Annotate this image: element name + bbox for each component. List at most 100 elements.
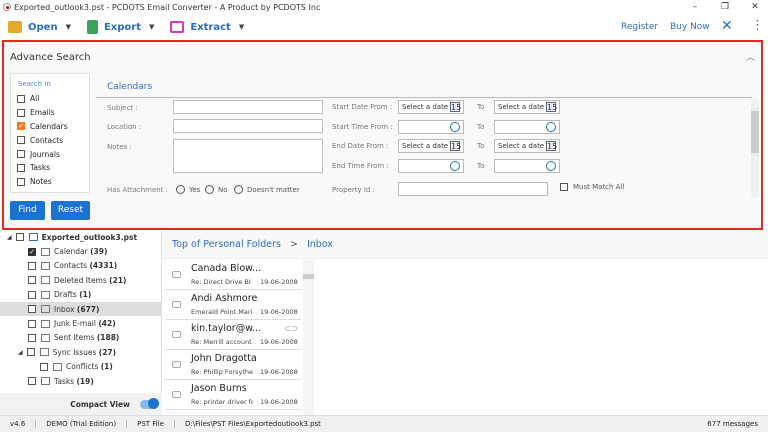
tree-item-conflicts[interactable]: Conflicts (1) (0, 360, 161, 374)
compact-view-toggle[interactable] (140, 398, 159, 409)
message-item[interactable]: kin.taylor@w... ⊂⊃ Re: Merrill account 19-0… (165, 320, 302, 350)
attachment-yes-radio[interactable]: Yes (176, 185, 200, 194)
breadcrumb-root[interactable]: Top of Personal Folders (172, 239, 281, 250)
clock-icon[interactable] (450, 121, 460, 132)
calendar-icon[interactable]: 15 (546, 141, 557, 151)
calendar-icon[interactable]: 15 (450, 141, 461, 151)
clock-icon[interactable] (546, 160, 556, 171)
message-item[interactable]: Andi Ashmore Emerald Point Marir 19-06-200… (165, 290, 302, 320)
folder-label: Inbox (54, 304, 75, 314)
checkbox-icon[interactable] (15, 233, 24, 242)
end-time-from-from-time-picker[interactable] (398, 158, 464, 173)
search-in-journals-checkbox[interactable]: Journals (11, 147, 89, 161)
breadcrumb-separator: > (289, 239, 298, 250)
checkbox-icon[interactable] (28, 261, 36, 270)
envelope-icon (172, 391, 181, 398)
location-input[interactable] (173, 119, 323, 133)
to-label: To (477, 161, 485, 170)
checkbox-icon[interactable] (28, 290, 36, 299)
checkbox-icon[interactable] (26, 348, 35, 357)
tree-item-junk-e-mail[interactable]: Junk E-mail (42) (0, 316, 161, 330)
calendar-icon[interactable]: 15 (450, 102, 461, 112)
find-button[interactable]: Find (10, 201, 45, 220)
tree-item-calendar[interactable]: ✓ Calendar (39) (0, 244, 161, 258)
buy-now-link[interactable]: Buy Now (670, 22, 710, 32)
checkbox-icon (17, 94, 25, 103)
export-button[interactable]: Export ▼ (86, 20, 155, 34)
clock-icon[interactable] (546, 121, 556, 132)
tree-item-inbox[interactable]: Inbox (677) (0, 301, 161, 317)
start-time-from-to-time-picker[interactable] (494, 119, 560, 134)
status-bar: v4.6 DEMO (Trial Edition) PST File D:\Fi… (0, 415, 768, 432)
folder-icon (39, 348, 49, 357)
folder-count: (39) (90, 247, 108, 257)
end-date-from-from-date-picker[interactable]: Select a date 15 (398, 139, 464, 153)
search-in-emails-checkbox[interactable]: Emails (11, 106, 89, 120)
folder-count: (19) (76, 376, 94, 386)
end-time-from-to-time-picker[interactable] (494, 158, 560, 173)
tree-item-sent-items[interactable]: Sent Items (188) (0, 331, 161, 345)
clock-icon[interactable] (450, 160, 460, 171)
notes-textarea[interactable] (173, 139, 323, 173)
message-list-scrollbar[interactable] (303, 260, 314, 415)
checkbox-icon[interactable] (28, 305, 36, 314)
tree-item-drafts[interactable]: Drafts (1) (0, 288, 161, 302)
search-in-notes-checkbox[interactable]: Notes (11, 175, 89, 189)
subject-label: Subject : (107, 104, 138, 112)
checkbox-icon[interactable] (28, 319, 36, 328)
tree-item-sync-issues[interactable]: ◢ Sync Issues (27) (0, 345, 161, 359)
must-match-all-checkbox[interactable]: Must Match All (560, 183, 624, 191)
start-time-from-from-time-picker[interactable] (398, 119, 464, 134)
restore-button[interactable]: ❐ (714, 0, 736, 14)
end-date-from-label: End Date From : (332, 142, 389, 150)
more-options-icon[interactable]: ⋮ (751, 18, 764, 33)
expand-icon[interactable]: ◢ (18, 349, 23, 356)
search-in-tasks-checkbox[interactable]: Tasks (11, 161, 89, 175)
minimize-button[interactable]: – (684, 0, 706, 14)
folder-label: Contacts (54, 261, 88, 271)
checkbox-icon[interactable] (28, 333, 36, 342)
search-in-contacts-checkbox[interactable]: Contacts (11, 133, 89, 147)
expand-icon[interactable]: ◢ (7, 234, 12, 241)
form-scrollbar[interactable] (751, 99, 759, 197)
checkbox-icon: ✓ (17, 122, 25, 131)
message-item[interactable]: John Dragotta Re: Phillip Forsythe 19-06-2… (165, 350, 302, 380)
extract-button[interactable]: Extract ▼ (170, 21, 244, 33)
calendar-icon[interactable]: 15 (546, 102, 557, 112)
checkbox-icon[interactable] (28, 377, 36, 386)
search-in-calendars-checkbox[interactable]: ✓ Calendars (11, 120, 89, 134)
subject-input[interactable] (173, 100, 323, 114)
end-date-from-to-date-picker[interactable]: Select a date 15 (494, 139, 560, 153)
window-close-button[interactable]: ✕ (744, 0, 766, 14)
checkbox-icon[interactable] (40, 362, 48, 371)
pst-file-icon (28, 233, 38, 242)
to-label: To (477, 142, 485, 150)
start-date-from-to-date-picker[interactable]: Select a date 15 (494, 100, 560, 114)
folder-label: Deleted Items (54, 275, 107, 285)
message-item[interactable]: Canada Blow... Re: Direct Drive BI F 19-06… (165, 260, 302, 290)
attachment-no-radio[interactable]: No (205, 185, 228, 194)
open-button[interactable]: Open ▼ (8, 21, 71, 33)
tree-item-deleted-items[interactable]: Deleted Items (21) (0, 273, 161, 287)
start-date-from-from-date-picker[interactable]: Select a date 15 (398, 100, 464, 114)
open-label: Open (28, 21, 58, 33)
start-date-from-label: Start Date From : (332, 103, 393, 111)
folder-icon (41, 305, 50, 314)
tree-root[interactable]: ◢ Exported_outlook3.pst (0, 230, 161, 244)
close-icon[interactable]: ✕ (721, 18, 733, 34)
message-date: 19-06-2008 (260, 278, 298, 286)
tree-item-tasks[interactable]: Tasks (19) (0, 374, 161, 388)
tree-item-contacts[interactable]: Contacts (4331) (0, 259, 161, 273)
reset-button[interactable]: Reset (51, 201, 90, 220)
checkbox-icon[interactable]: ✓ (28, 247, 36, 256)
message-item[interactable]: Jason Burns Re: printer driver for 19-06-2… (165, 380, 302, 410)
attachment-any-radio[interactable]: Doesn't matter (234, 185, 300, 194)
checkbox-icon[interactable] (28, 276, 36, 285)
chevron-down-icon: ▼ (148, 23, 155, 31)
collapse-icon[interactable]: ︿ (746, 50, 755, 63)
register-link[interactable]: Register (621, 22, 658, 32)
search-in-all-checkbox[interactable]: All (11, 92, 89, 106)
property-id-input[interactable] (398, 182, 548, 196)
breadcrumb-current[interactable]: Inbox (307, 239, 333, 250)
folder-count: (21) (109, 275, 127, 285)
